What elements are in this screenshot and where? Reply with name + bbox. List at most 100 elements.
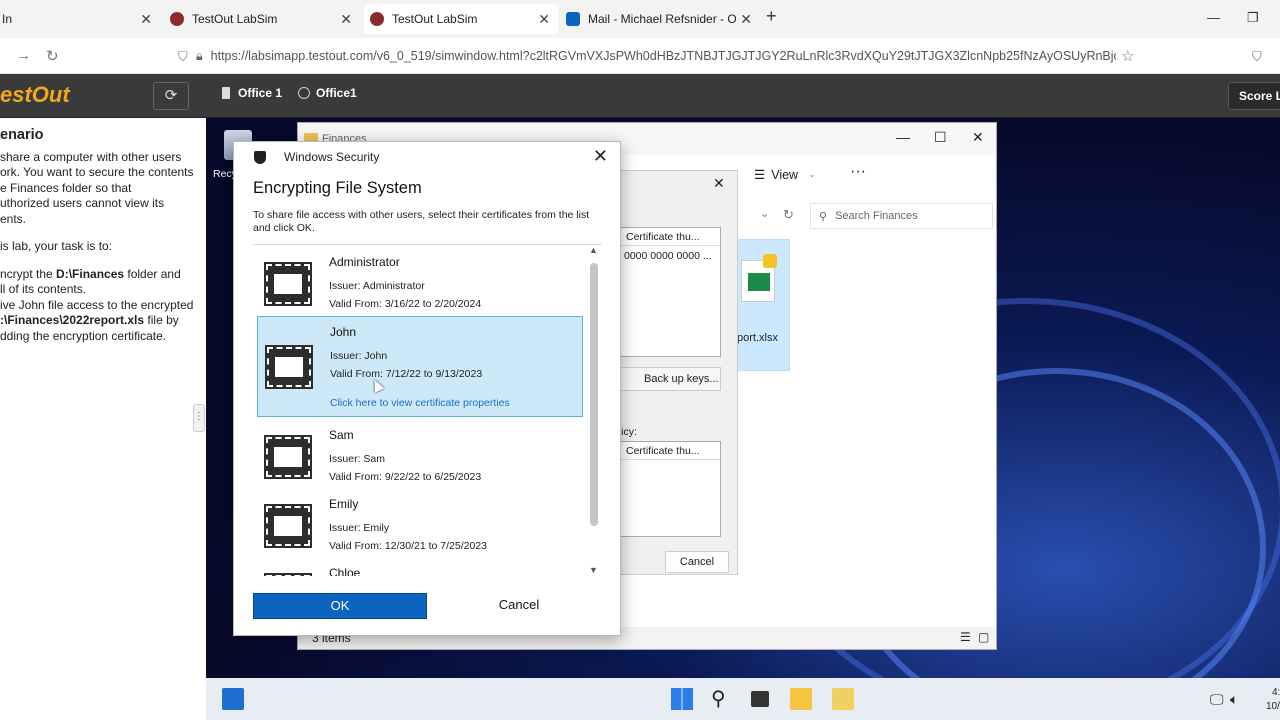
scenario-title: enario xyxy=(0,127,44,143)
scroll-up-icon[interactable]: ▲ xyxy=(589,245,598,255)
machine-label: Office 1 xyxy=(238,86,283,100)
close-icon[interactable]: ✕ xyxy=(972,129,984,146)
tower-icon xyxy=(222,87,230,99)
task-text: ncrypt the xyxy=(0,266,57,281)
browser-tab-2[interactable]: TestOut LabSim ✕ xyxy=(170,4,360,34)
clock-time: 4: xyxy=(1272,687,1280,698)
maximize-icon[interactable]: ☐ xyxy=(934,129,947,146)
search-box[interactable]: ⚲ Search Finances xyxy=(810,203,993,229)
view-lines-icon: ☰ xyxy=(754,168,766,182)
outlook-favicon-icon xyxy=(566,12,580,26)
reload-icon[interactable]: ↻ xyxy=(46,47,59,65)
favorite-star-icon[interactable]: ☆ xyxy=(1121,47,1134,65)
certificate-name: Chloe xyxy=(329,566,361,576)
close-tab-icon[interactable]: ✕ xyxy=(140,11,152,28)
lock-icon: 🔒︎ xyxy=(196,48,203,63)
chevron-down-icon[interactable]: ⌄ xyxy=(760,207,769,220)
browser-tab-1[interactable]: In ✕ xyxy=(0,4,160,34)
scenario-task-heading: is lab, your task is to: xyxy=(0,239,113,253)
certificate-issuer: Issuer: Emily xyxy=(329,522,390,534)
forward-icon[interactable]: → xyxy=(16,47,31,64)
view-menu-button[interactable]: ☰ View ⌄ xyxy=(754,167,816,183)
certificate-icon-face xyxy=(274,447,302,467)
close-icon[interactable]: ✕ xyxy=(593,146,608,167)
certificate-icon xyxy=(264,504,312,548)
certificate-validity: Valid From: 9/22/22 to 6/25/2023 xyxy=(329,471,482,483)
certificate-thumbprint: 0000 0000 0000 ... xyxy=(624,250,712,262)
certificate-name: John xyxy=(330,325,357,339)
office1-os-button[interactable]: Office1 xyxy=(298,86,357,100)
task-view-icon[interactable] xyxy=(751,691,769,707)
certificate-issuer: Issuer: Administrator xyxy=(329,280,425,292)
details-view-icon[interactable]: ☰ xyxy=(960,630,971,644)
restore-icon[interactable]: ❐ xyxy=(1247,10,1259,26)
close-tab-icon[interactable]: ✕ xyxy=(740,11,752,28)
score-lab-button[interactable]: Score Lab xyxy=(1228,82,1280,110)
certificate-validity: Valid From: 7/12/22 to 9/13/2023 xyxy=(330,368,483,380)
certificate-validity: Valid From: 3/16/22 to 2/20/2024 xyxy=(329,298,482,310)
browser-tab-3-active[interactable]: TestOut LabSim ✕ xyxy=(364,4,558,34)
panel-resize-handle[interactable]: ⋮ xyxy=(193,404,205,432)
certificate-name: Administrator xyxy=(329,255,400,269)
minimize-icon[interactable]: — xyxy=(1207,10,1220,25)
testout-toolbar: estOut ⟳ Office 1 Office1 Score Lab xyxy=(0,74,1280,118)
certificate-name: Emily xyxy=(329,497,359,511)
certificate-issuer: Issuer: John xyxy=(330,350,388,362)
view-certificate-properties-link[interactable]: Click here to view certificate propertie… xyxy=(330,397,510,409)
windows-os-icon xyxy=(298,87,310,99)
scenario-task-2: ive John file access to the encrypted :\… xyxy=(0,298,206,345)
search-icon: ⚲ xyxy=(819,210,828,223)
search-icon[interactable]: ⚲ xyxy=(711,688,733,710)
clock-date: 10/29 xyxy=(1266,701,1280,712)
refresh-icon[interactable]: ↻ xyxy=(783,207,794,223)
close-tab-icon[interactable]: ✕ xyxy=(538,11,550,28)
tab-label: Mail - Michael Refsnider - Outlo xyxy=(588,12,736,26)
certificate-list-scrollbar[interactable]: ▲ ▼ xyxy=(586,245,602,576)
certificate-list-1: Certificate thu... 0000 0000 0000 ... xyxy=(611,227,721,357)
office1-machine-button[interactable]: Office 1 xyxy=(222,86,282,100)
volume-icon[interactable]: 🔈︎ xyxy=(1230,688,1252,710)
os-label: Office1 xyxy=(316,86,357,100)
new-tab-button[interactable]: + xyxy=(766,6,777,27)
refresh-lab-button[interactable]: ⟳ xyxy=(153,82,189,110)
certificate-list: Administrator Issuer: Administrator Vali… xyxy=(253,244,602,576)
file-explorer-taskbar-icon[interactable] xyxy=(790,688,812,710)
widgets-icon[interactable] xyxy=(222,688,244,710)
certificate-item-chloe[interactable]: Chloe xyxy=(257,558,583,576)
windows-taskbar: ⚲ 🖵︎ 🔈︎ 4: 10/29 xyxy=(206,678,1280,720)
minimize-icon[interactable]: — xyxy=(896,129,910,145)
backup-keys-button[interactable]: Back up keys... xyxy=(611,367,721,391)
scenario-intro: share a computer with other users ork. Y… xyxy=(0,149,194,226)
url-field[interactable]: 🔒︎ https://labsimapp.testout.com/v6_0_51… xyxy=(196,42,1116,70)
testout-logo: estOut xyxy=(0,82,70,107)
pocket-icon[interactable]: ⛉ xyxy=(1252,49,1262,65)
dialog-header-label: Windows Security xyxy=(284,150,380,164)
certificate-list-2: Certificate thu... xyxy=(611,441,721,537)
more-options-icon[interactable]: ··· xyxy=(850,163,866,181)
tracking-shield-icon[interactable]: ⛉ xyxy=(178,49,188,65)
close-icon[interactable]: ✕ xyxy=(713,175,725,192)
tab-label: TestOut LabSim xyxy=(392,12,478,26)
certificate-name: Sam xyxy=(329,428,354,442)
windows-security-dialog: Windows Security ✕ Encrypting File Syste… xyxy=(233,141,621,636)
ok-button[interactable]: OK xyxy=(253,593,427,619)
certificate-item-john[interactable]: John Issuer: John Valid From: 7/12/22 to… xyxy=(257,316,583,417)
tab-label: TestOut LabSim xyxy=(192,12,278,26)
tiles-view-icon[interactable]: ▢ xyxy=(978,630,989,644)
folder-taskbar-icon[interactable] xyxy=(832,688,854,710)
start-windows-icon[interactable] xyxy=(671,688,693,710)
advanced-cancel-button[interactable]: Cancel xyxy=(665,551,729,573)
scroll-thumb[interactable] xyxy=(590,263,598,526)
cancel-button[interactable]: Cancel xyxy=(432,593,606,619)
tab-label: In xyxy=(2,12,13,26)
close-tab-icon[interactable]: ✕ xyxy=(340,11,352,28)
file-item-selected[interactable]: port.xlsx xyxy=(736,239,790,371)
certificate-issuer: Issuer: Sam xyxy=(329,453,386,465)
column-header: Certificate thu... xyxy=(612,442,720,460)
network-icon[interactable]: 🖵︎ xyxy=(1210,688,1232,710)
column-header: Certificate thu... xyxy=(612,228,720,246)
browser-tab-4[interactable]: Mail - Michael Refsnider - Outlo ✕ xyxy=(566,4,760,34)
certificate-validity: Valid From: 12/30/21 to 7/25/2023 xyxy=(329,540,487,552)
testout-favicon-icon xyxy=(170,12,184,26)
scroll-down-icon[interactable]: ▼ xyxy=(589,565,598,575)
